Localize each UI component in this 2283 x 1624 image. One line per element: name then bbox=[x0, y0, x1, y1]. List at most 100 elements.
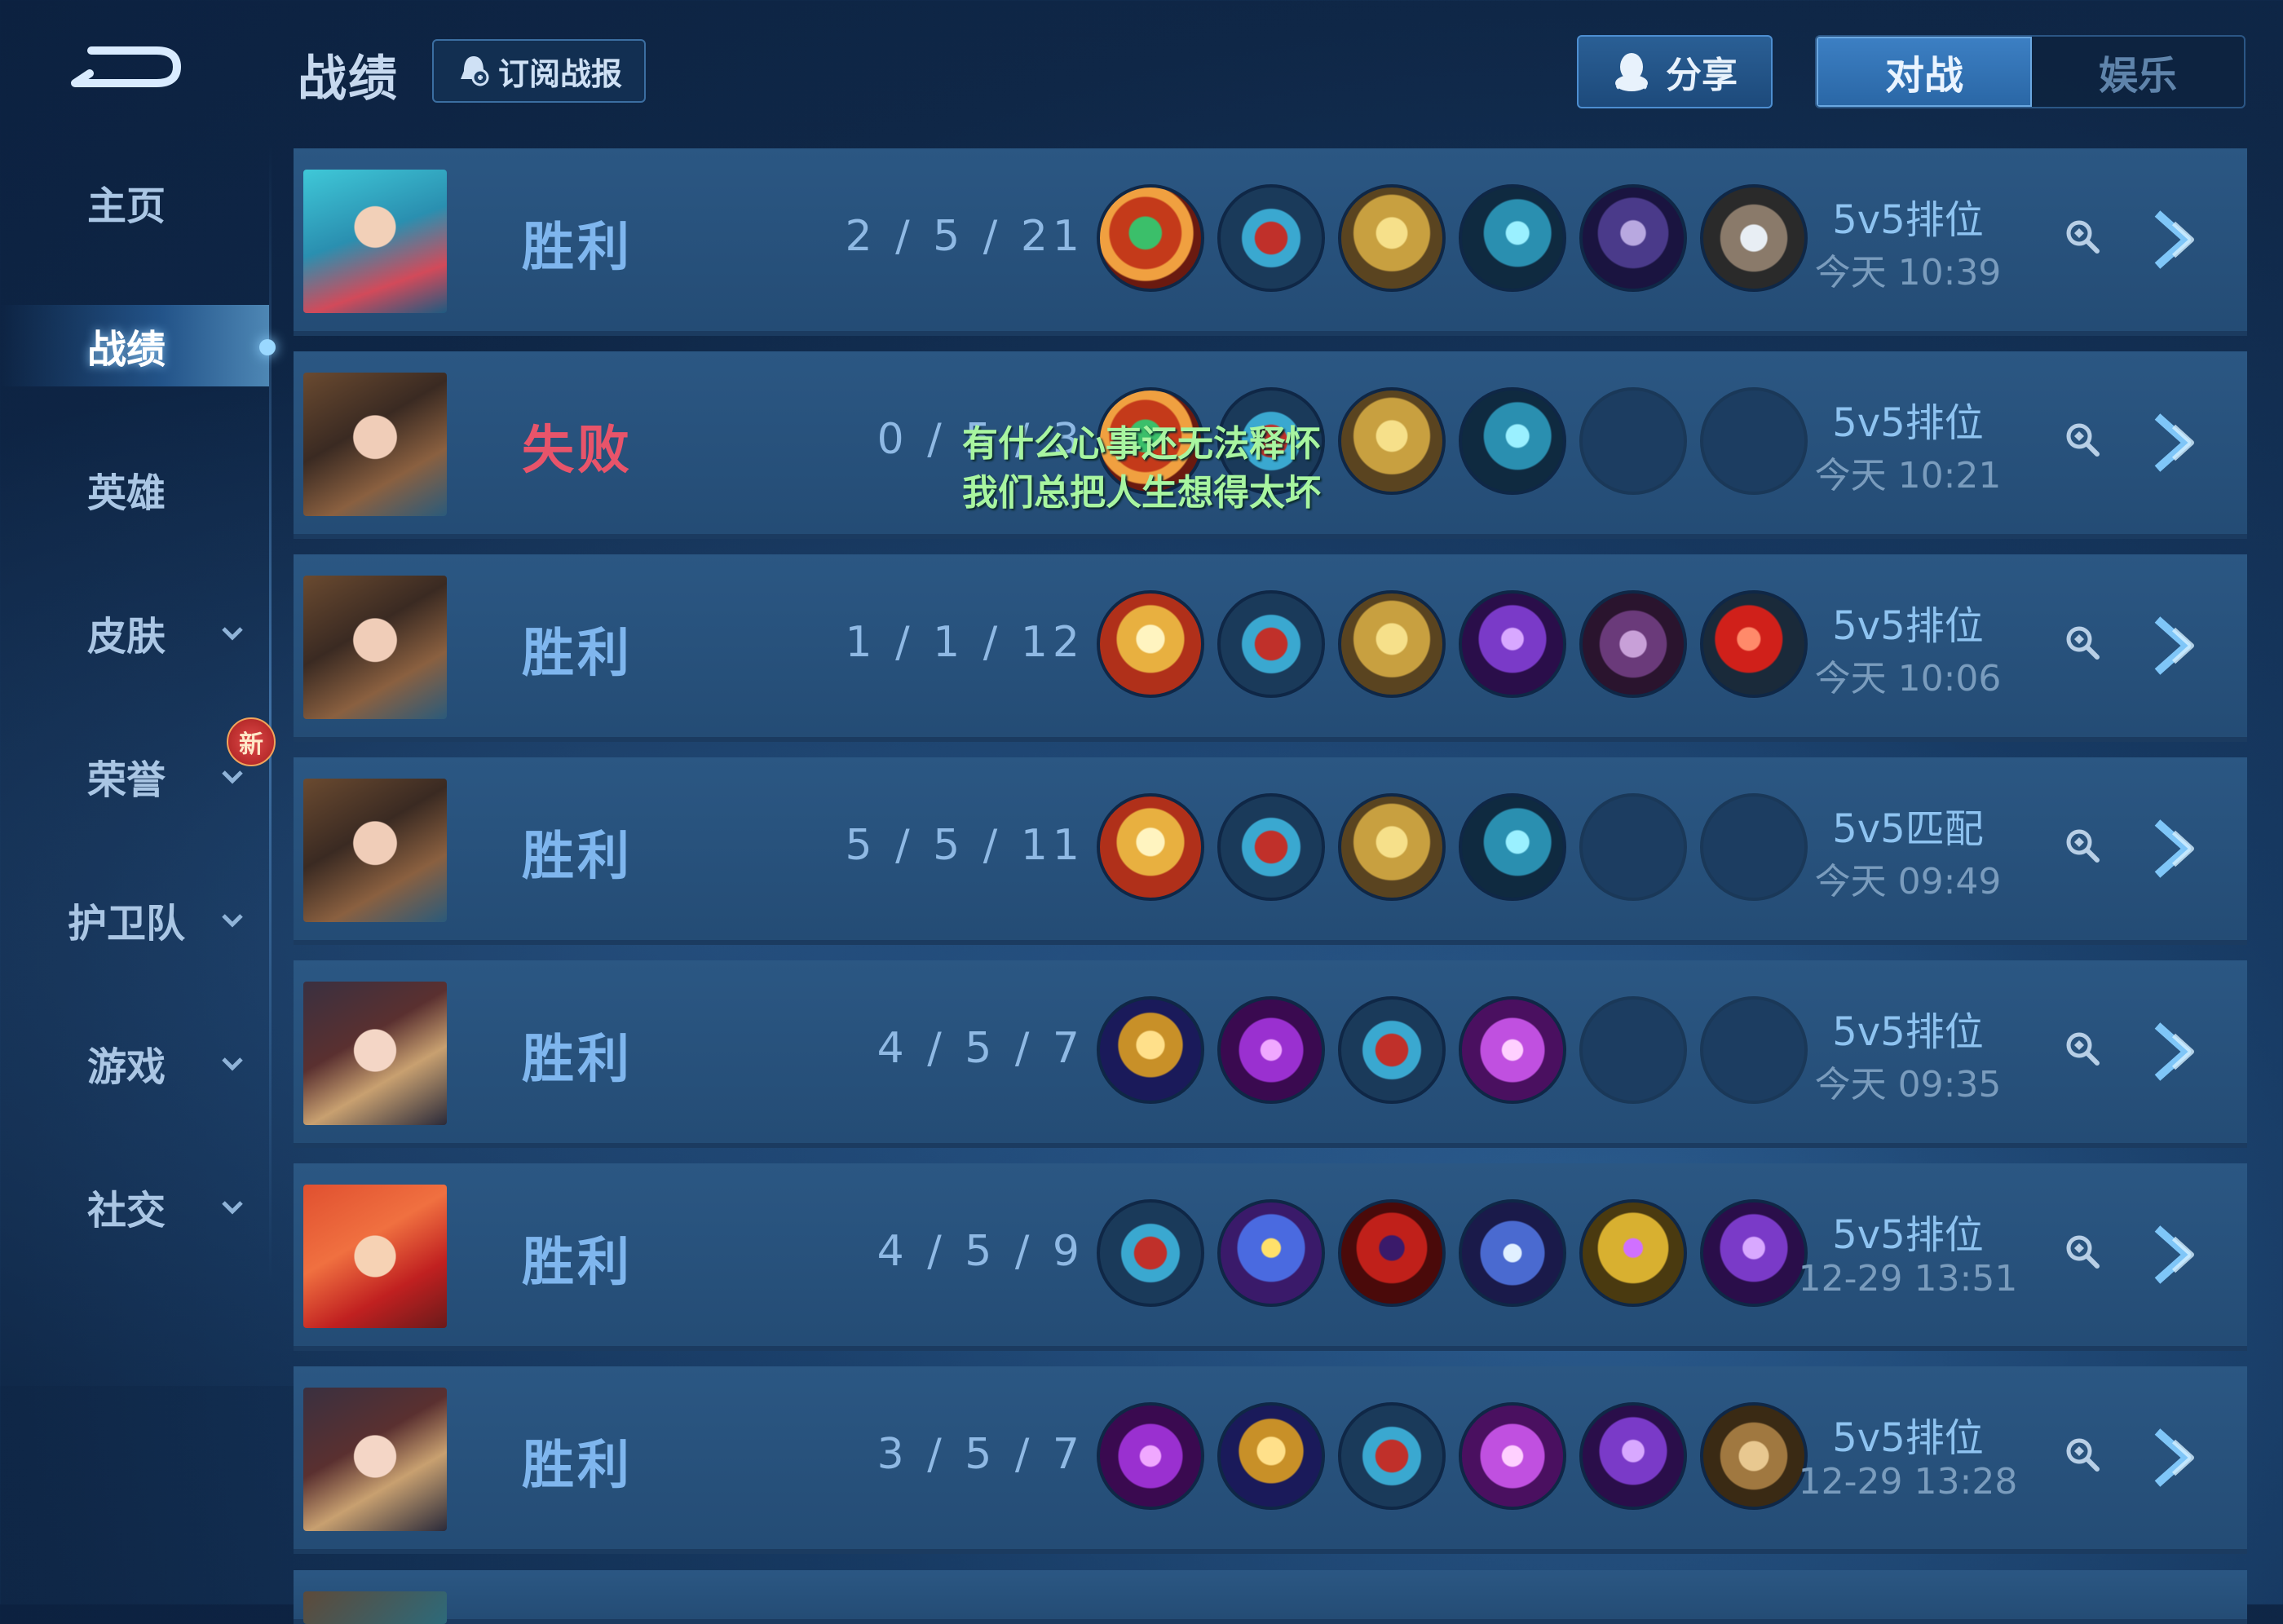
equipment-list bbox=[1097, 996, 1808, 1104]
blue-phoenix-item-icon bbox=[1217, 1199, 1325, 1307]
purple-staff-item-icon bbox=[1579, 1402, 1687, 1510]
purple-staff-item-icon bbox=[1459, 590, 1566, 698]
sidebar-item-guard-team[interactable]: 护卫队 bbox=[0, 879, 269, 960]
hero-avatar bbox=[303, 779, 447, 922]
sidebar-item-social[interactable]: 社交 bbox=[0, 1166, 269, 1247]
hero-avatar bbox=[303, 1388, 447, 1531]
data-analysis-icon[interactable] bbox=[2064, 624, 2100, 660]
golden-chalice-item-icon bbox=[1097, 996, 1204, 1104]
data-analysis-icon[interactable] bbox=[2064, 421, 2100, 457]
match-result: 胜利 bbox=[522, 1030, 633, 1090]
sidebar-divider bbox=[269, 143, 272, 1284]
sidebar-item-label: 荣誉 bbox=[86, 757, 166, 803]
cyan-scythe-item-icon bbox=[1459, 184, 1566, 292]
match-row-partial[interactable] bbox=[294, 1570, 2247, 1624]
chevron-right-icon[interactable] bbox=[2149, 1425, 2208, 1490]
cyan-scythe-item-icon bbox=[1459, 793, 1566, 901]
match-row[interactable]: 胜利 1 / 1 / 12 5v5排位今天 10:06 bbox=[294, 554, 2247, 742]
match-time: 今天 10:06 bbox=[1814, 658, 2002, 699]
kda-score: 4 / 5 / 7 bbox=[877, 1024, 1084, 1073]
golden-mask-item-icon bbox=[1338, 793, 1446, 901]
match-row[interactable]: 胜利 5 / 5 / 11 5v5匹配 今天 09:49 bbox=[294, 757, 2247, 945]
back-arrow-icon bbox=[71, 46, 181, 87]
violet-cloak-item-icon bbox=[1459, 1402, 1566, 1510]
match-mode: 5v5排位 bbox=[1832, 197, 1984, 243]
data-analysis-icon[interactable] bbox=[2064, 218, 2100, 254]
share-button[interactable]: 分享 bbox=[1577, 35, 1773, 108]
match-row[interactable]: 胜利 4 / 5 / 7 5v5排位 今天 09:35 bbox=[294, 960, 2247, 1148]
sidebar-item-home[interactable]: 主页 bbox=[0, 161, 269, 243]
chevron-right-icon[interactable] bbox=[2149, 410, 2208, 475]
match-result: 胜利 bbox=[522, 218, 633, 278]
tab-entertainment[interactable]: 娱乐 bbox=[2032, 37, 2244, 107]
chevron-right-icon[interactable] bbox=[2149, 1019, 2208, 1084]
new-badge: 新 bbox=[227, 717, 276, 766]
crimson-hood-item-icon bbox=[1338, 1199, 1446, 1307]
golden-wand-item-icon bbox=[1579, 1199, 1687, 1307]
chevron-down-icon bbox=[222, 627, 243, 641]
red-boots-item-icon bbox=[1338, 1402, 1446, 1510]
kda-score: 1 / 1 / 12 bbox=[845, 618, 1084, 667]
sidebar-item-games[interactable]: 游戏 bbox=[0, 1022, 269, 1104]
chevron-right-icon[interactable] bbox=[2149, 1222, 2208, 1287]
hero-avatar bbox=[303, 982, 447, 1125]
match-mode: 5v5匹配 bbox=[1832, 806, 1984, 852]
match-result: 胜利 bbox=[522, 1233, 633, 1293]
sidebar-item-skins[interactable]: 皮肤 bbox=[0, 592, 269, 673]
kda-score: 5 / 5 / 11 bbox=[845, 821, 1084, 870]
hero-avatar bbox=[303, 1185, 447, 1328]
chevron-right-icon[interactable] bbox=[2149, 816, 2208, 881]
kda-score: 2 / 5 / 21 bbox=[845, 212, 1084, 261]
data-analysis-icon[interactable] bbox=[2064, 1030, 2100, 1066]
share-label: 分享 bbox=[1666, 55, 1738, 96]
dark-armor-item-icon bbox=[1579, 184, 1687, 292]
match-time: 12-29 13:51 bbox=[1798, 1258, 2018, 1300]
back-button[interactable] bbox=[67, 33, 189, 98]
chevron-right-icon[interactable] bbox=[2149, 613, 2208, 678]
data-analysis-icon[interactable] bbox=[2064, 827, 2100, 863]
match-time: 12-29 13:28 bbox=[1798, 1461, 2018, 1503]
equipment-list bbox=[1097, 1199, 1808, 1307]
active-indicator-dot bbox=[259, 339, 276, 355]
red-boots-item-icon bbox=[1097, 1199, 1204, 1307]
purple-book-item-icon bbox=[1579, 590, 1687, 698]
match-mode: 5v5排位 bbox=[1832, 603, 1984, 649]
sidebar: 主页 战绩 英雄 皮肤 荣誉 护卫队 游戏 社交 bbox=[0, 155, 276, 1394]
match-row[interactable]: 胜利 3 / 5 / 7 5v5排位 12-29 13:28 bbox=[294, 1366, 2247, 1554]
page-title: 战绩 bbox=[298, 51, 399, 108]
red-boots-item-icon bbox=[1217, 590, 1325, 698]
lyric-line-1: 有什么心事还无法释怀 bbox=[962, 423, 1321, 465]
sidebar-item-heroes[interactable]: 英雄 bbox=[0, 448, 269, 530]
sidebar-item-label: 皮肤 bbox=[86, 614, 166, 660]
cyan-scythe-item-icon bbox=[1459, 387, 1566, 495]
chevron-down-icon bbox=[222, 1201, 243, 1215]
blue-sword-item-icon bbox=[1459, 1199, 1566, 1307]
equipment-list bbox=[1097, 1402, 1808, 1510]
data-analysis-icon[interactable] bbox=[2064, 1233, 2100, 1269]
tab-battle[interactable]: 对战 bbox=[1817, 37, 2032, 107]
sidebar-item-label: 护卫队 bbox=[67, 901, 185, 947]
match-result: 胜利 bbox=[522, 624, 633, 684]
match-result: 失败 bbox=[522, 421, 633, 481]
chevron-right-icon[interactable] bbox=[2149, 207, 2208, 272]
subscribe-report-button[interactable]: 订阅战报 bbox=[432, 39, 646, 103]
match-result: 胜利 bbox=[522, 827, 633, 887]
match-result: 胜利 bbox=[522, 1436, 633, 1496]
golden-mask-item-icon bbox=[1338, 590, 1446, 698]
red-boots-item-icon bbox=[1217, 793, 1325, 901]
chevron-down-icon bbox=[222, 914, 243, 928]
red-boots-item-icon bbox=[1338, 996, 1446, 1104]
empty-item-slot bbox=[1579, 793, 1687, 901]
data-analysis-icon[interactable] bbox=[2064, 1436, 2100, 1472]
match-row[interactable]: 胜利 2 / 5 / 21 5v5排位 今天 10:39 bbox=[294, 148, 2247, 336]
match-time: 今天 09:35 bbox=[1814, 1064, 2002, 1105]
match-row[interactable]: 胜利 4 / 5 / 9 5v5排位 12-29 13:51 bbox=[294, 1163, 2247, 1351]
red-boots-item-icon bbox=[1217, 184, 1325, 292]
match-time: 今天 10:21 bbox=[1814, 455, 2002, 496]
kda-score: 4 / 5 / 9 bbox=[877, 1227, 1084, 1276]
golden-feather-item-icon bbox=[1097, 793, 1204, 901]
empty-item-slot bbox=[1579, 387, 1687, 495]
violet-dagger-item-icon bbox=[1097, 1402, 1204, 1510]
match-mode: 5v5排位 bbox=[1832, 1415, 1984, 1461]
sidebar-item-records[interactable]: 战绩 bbox=[0, 305, 276, 386]
